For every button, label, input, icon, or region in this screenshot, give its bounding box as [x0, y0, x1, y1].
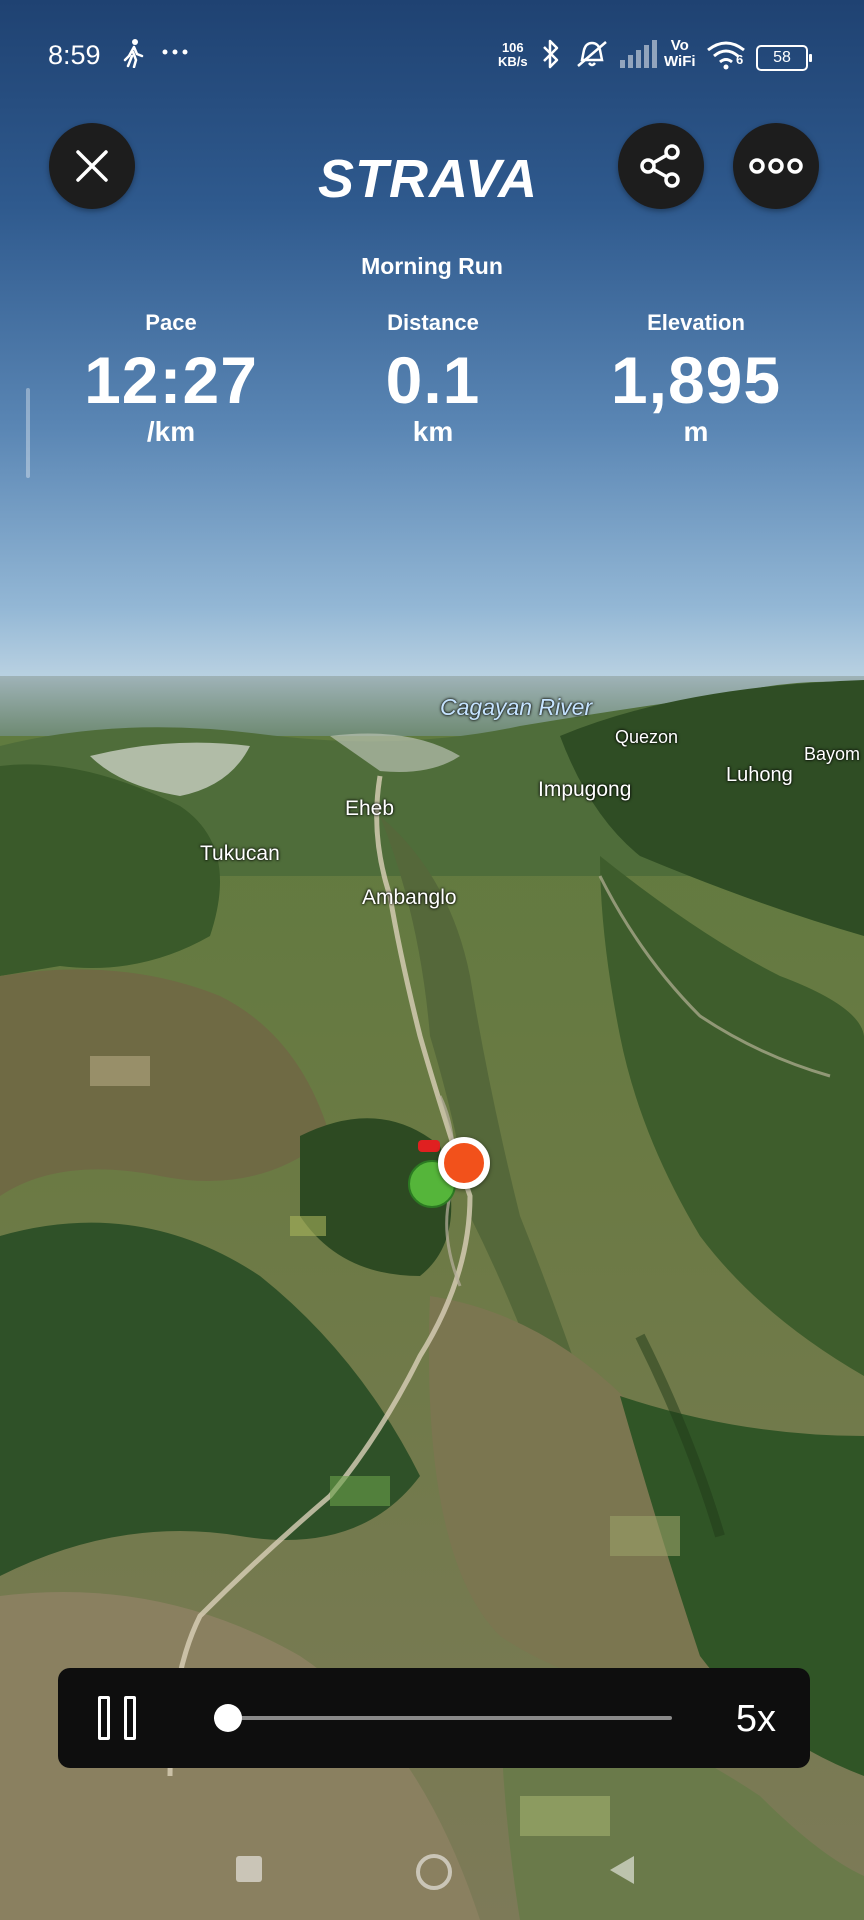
home-icon[interactable] — [414, 1852, 454, 1897]
vowifi-indicator: Vo WiFi — [664, 38, 696, 70]
network-speed: 106 KB/s — [498, 41, 528, 69]
pause-button[interactable] — [98, 1696, 140, 1740]
stat-unit: km — [412, 416, 454, 447]
map-label-ambanglo: Ambanglo — [362, 886, 457, 909]
vowifi-bottom: WiFi — [664, 53, 696, 70]
stat-label: Elevation — [647, 310, 745, 335]
map-label-cagayan-river: Cagayan River — [440, 694, 593, 720]
pause-icon-bar — [124, 1696, 136, 1740]
more-icon — [749, 158, 803, 174]
stat-value: 12:27 — [84, 343, 258, 417]
stat-unit: m — [683, 416, 709, 447]
stat-pace: Pace 12:27 /km — [41, 310, 301, 448]
playback-slider-thumb[interactable] — [213, 1704, 242, 1732]
close-icon — [76, 150, 108, 182]
system-nav-bar — [0, 1830, 864, 1920]
map-label-eheb: Eheb — [345, 797, 395, 820]
share-button[interactable] — [618, 123, 704, 209]
battery-icon: 58 — [756, 45, 812, 71]
stat-distance: Distance 0.1 km — [303, 310, 563, 448]
more-dots-icon — [160, 36, 190, 73]
map-label-quezon: Quezon — [615, 727, 679, 747]
scroll-indicator — [26, 388, 30, 478]
activity-title: Morning Run — [361, 253, 503, 279]
status-time: 8:59 — [48, 40, 101, 70]
status-bar: 8:59 106 KB/s Vo WiFi 6 58 — [0, 0, 864, 110]
pause-icon-bar — [98, 1696, 110, 1740]
signal-icon — [618, 38, 658, 77]
strava-logo: STRAVA — [318, 149, 538, 209]
vowifi-top: Vo — [670, 37, 689, 54]
wifi-level: 6 — [736, 52, 744, 67]
walk-icon — [122, 38, 144, 76]
map-label-bayom: Bayom — [804, 744, 861, 764]
stat-value: 1,895 — [610, 343, 782, 417]
network-speed-unit: KB/s — [498, 54, 528, 69]
playback-speed-button[interactable]: 5x — [736, 1698, 776, 1741]
mute-icon — [574, 38, 610, 77]
share-icon — [640, 144, 680, 188]
map-label-luhong: Luhong — [726, 764, 793, 786]
playback-slider[interactable] — [214, 1716, 672, 1720]
stat-unit: /km — [146, 416, 196, 447]
playback-controls: 5x — [58, 1668, 810, 1768]
stat-label: Pace — [145, 310, 197, 335]
route-end-marker — [438, 1137, 490, 1189]
bluetooth-icon — [540, 38, 562, 77]
map-label-impugong: Impugong — [538, 778, 632, 801]
stat-elevation: Elevation 1,895 m — [566, 310, 826, 448]
screen: Cagayan River Quezon Bayom Luhong Impugo… — [0, 0, 864, 1920]
map-label-tukucan: Tukucan — [200, 842, 280, 865]
recent-apps-icon[interactable] — [232, 1852, 266, 1891]
stat-value: 0.1 — [385, 343, 481, 417]
more-button[interactable] — [733, 123, 819, 209]
close-button[interactable] — [49, 123, 135, 209]
back-icon[interactable] — [604, 1852, 638, 1893]
route-path-marker — [418, 1140, 440, 1152]
network-speed-value: 106 — [501, 40, 524, 55]
stat-label: Distance — [387, 310, 479, 335]
